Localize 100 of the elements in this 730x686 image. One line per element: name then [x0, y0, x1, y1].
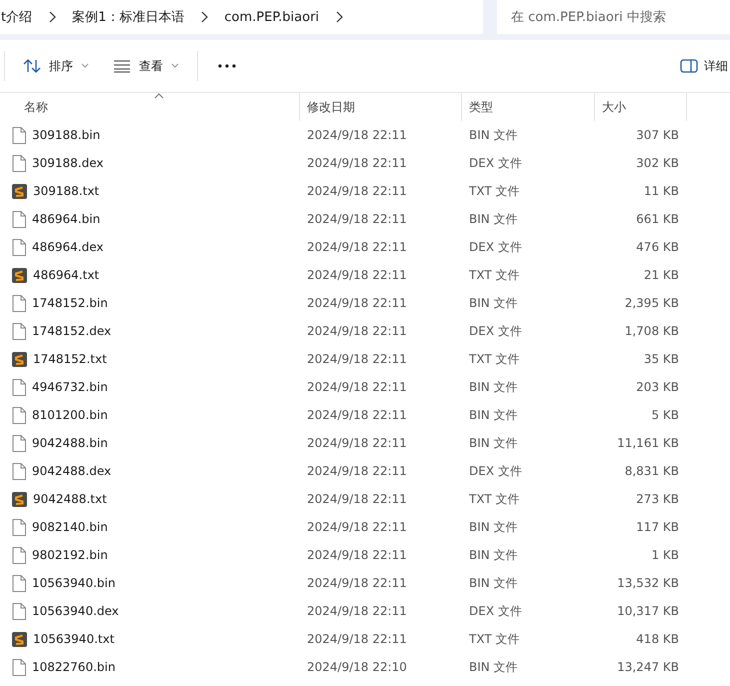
file-name[interactable]: 1748152.dex: [32, 324, 112, 338]
file-size: 13,247 KB: [617, 660, 679, 674]
modified-date: 2024/9/18 22:11: [307, 212, 407, 226]
file-type: TXT 文件: [469, 630, 520, 648]
chevron-icon[interactable]: [335, 11, 344, 23]
list-icon: [113, 59, 131, 73]
breadcrumb[interactable]: t介绍: [1, 8, 32, 26]
file-name[interactable]: 9042488.dex: [32, 464, 112, 478]
modified-date: 2024/9/18 22:11: [307, 240, 407, 254]
file-type: BIN 文件: [469, 546, 518, 564]
file-name[interactable]: 10563940.txt: [33, 632, 114, 646]
sort-button[interactable]: 排序: [13, 52, 99, 80]
file-name[interactable]: 9082140.bin: [32, 520, 108, 534]
modified-date: 2024/9/18 22:11: [307, 352, 407, 366]
modified-date: 2024/9/18 22:10: [307, 660, 407, 674]
text-editor-icon: [12, 632, 27, 646]
file-size: 11,161 KB: [617, 436, 679, 450]
file-size: 418 KB: [636, 632, 679, 646]
file-size: 10,317 KB: [617, 604, 679, 618]
file-name[interactable]: 9042488.bin: [32, 436, 108, 450]
chevron-icon[interactable]: [200, 11, 208, 23]
chevron-icon[interactable]: [48, 11, 56, 23]
column-header[interactable]: 名称: [0, 93, 300, 121]
file-icon: [12, 154, 26, 172]
modified-date: 2024/9/18 22:11: [307, 632, 407, 646]
file-type: TXT 文件: [469, 266, 520, 284]
file-icon: [12, 238, 26, 256]
file-type: TXT 文件: [469, 350, 520, 368]
text-editor-icon: [12, 268, 27, 282]
column-header[interactable]: 大小: [595, 93, 687, 121]
file-icon: [12, 574, 26, 592]
file-name[interactable]: 10563940.bin: [32, 576, 116, 590]
file-name[interactable]: 9802192.bin: [32, 548, 108, 562]
modified-date: 2024/9/18 22:11: [307, 436, 407, 450]
file-name[interactable]: 309188.txt: [33, 184, 100, 198]
modified-date: 2024/9/18 22:11: [307, 548, 407, 562]
pane-icon: [680, 59, 698, 73]
file-size: 1,708 KB: [624, 324, 679, 338]
file-icon: [12, 658, 26, 676]
modified-date: 2024/9/18 22:11: [307, 492, 407, 506]
file-type: BIN 文件: [469, 518, 518, 536]
file-name[interactable]: 8101200.bin: [32, 408, 108, 422]
file-name[interactable]: 486964.txt: [33, 268, 100, 282]
file-icon: [12, 322, 26, 340]
column-header[interactable]: 修改日期: [300, 93, 462, 121]
modified-date: 2024/9/18 22:11: [307, 324, 407, 338]
details-pane-button[interactable]: 详细: [670, 52, 730, 80]
file-type: DEX 文件: [469, 238, 522, 256]
file-type: BIN 文件: [469, 126, 518, 144]
breadcrumb[interactable]: com.PEP.biaori: [224, 10, 320, 24]
modified-date: 2024/9/18 22:11: [307, 296, 407, 310]
modified-date: 2024/9/18 22:11: [307, 156, 407, 170]
file-icon: [12, 126, 26, 144]
file-size: 273 KB: [636, 492, 679, 506]
file-name[interactable]: 10563940.dex: [32, 604, 119, 618]
text-editor-icon: [12, 184, 27, 198]
file-name[interactable]: 1748152.bin: [32, 296, 108, 310]
breadcrumb[interactable]: 案例1：标准日本语: [72, 8, 184, 26]
column-header[interactable]: 类型: [462, 93, 595, 121]
file-icon: [12, 546, 26, 564]
file-type: DEX 文件: [469, 154, 522, 172]
file-name[interactable]: 486964.dex: [32, 240, 104, 254]
text-editor-icon: [12, 352, 27, 366]
file-type: BIN 文件: [469, 210, 518, 228]
modified-date: 2024/9/18 22:11: [307, 128, 407, 142]
file-size: 21 KB: [644, 268, 679, 282]
file-type: DEX 文件: [469, 322, 522, 340]
search-field[interactable]: 在 com.PEP.biaori 中搜索: [497, 0, 730, 34]
sort-icon: [23, 58, 41, 74]
modified-date: 2024/9/18 22:11: [307, 576, 407, 590]
file-size: 1 KB: [651, 548, 679, 562]
file-size: 117 KB: [636, 520, 679, 534]
address-bar[interactable]: t介绍 案例1：标准日本语 com.PEP.biaori: [0, 0, 483, 34]
file-type: DEX 文件: [469, 602, 522, 620]
file-type: BIN 文件: [469, 294, 518, 312]
file-name[interactable]: 10822760.bin: [32, 660, 116, 674]
file-name[interactable]: 9042488.txt: [33, 492, 107, 506]
file-icon: [12, 602, 26, 620]
file-icon: [12, 378, 26, 396]
file-size: 2,395 KB: [624, 296, 679, 310]
modified-date: 2024/9/18 22:11: [307, 408, 407, 422]
file-size: 203 KB: [636, 380, 679, 394]
file-size: 11 KB: [644, 184, 679, 198]
file-size: 476 KB: [636, 240, 679, 254]
file-name[interactable]: 486964.bin: [32, 212, 100, 226]
file-type: BIN 文件: [469, 434, 518, 452]
modified-date: 2024/9/18 22:11: [307, 184, 407, 198]
file-name[interactable]: 4946732.bin: [32, 380, 108, 394]
file-icon: [12, 518, 26, 536]
file-icon: [12, 210, 26, 228]
file-type: BIN 文件: [469, 406, 518, 424]
file-icon: [12, 462, 26, 480]
view-button[interactable]: 查看: [103, 52, 189, 80]
file-name[interactable]: 309188.bin: [32, 128, 100, 142]
file-name[interactable]: 1748152.txt: [33, 352, 107, 366]
file-size: 302 KB: [636, 156, 679, 170]
file-size: 661 KB: [636, 212, 679, 226]
file-name[interactable]: 309188.dex: [32, 156, 104, 170]
modified-date: 2024/9/18 22:11: [307, 380, 407, 394]
more-icon[interactable]: [218, 64, 236, 68]
